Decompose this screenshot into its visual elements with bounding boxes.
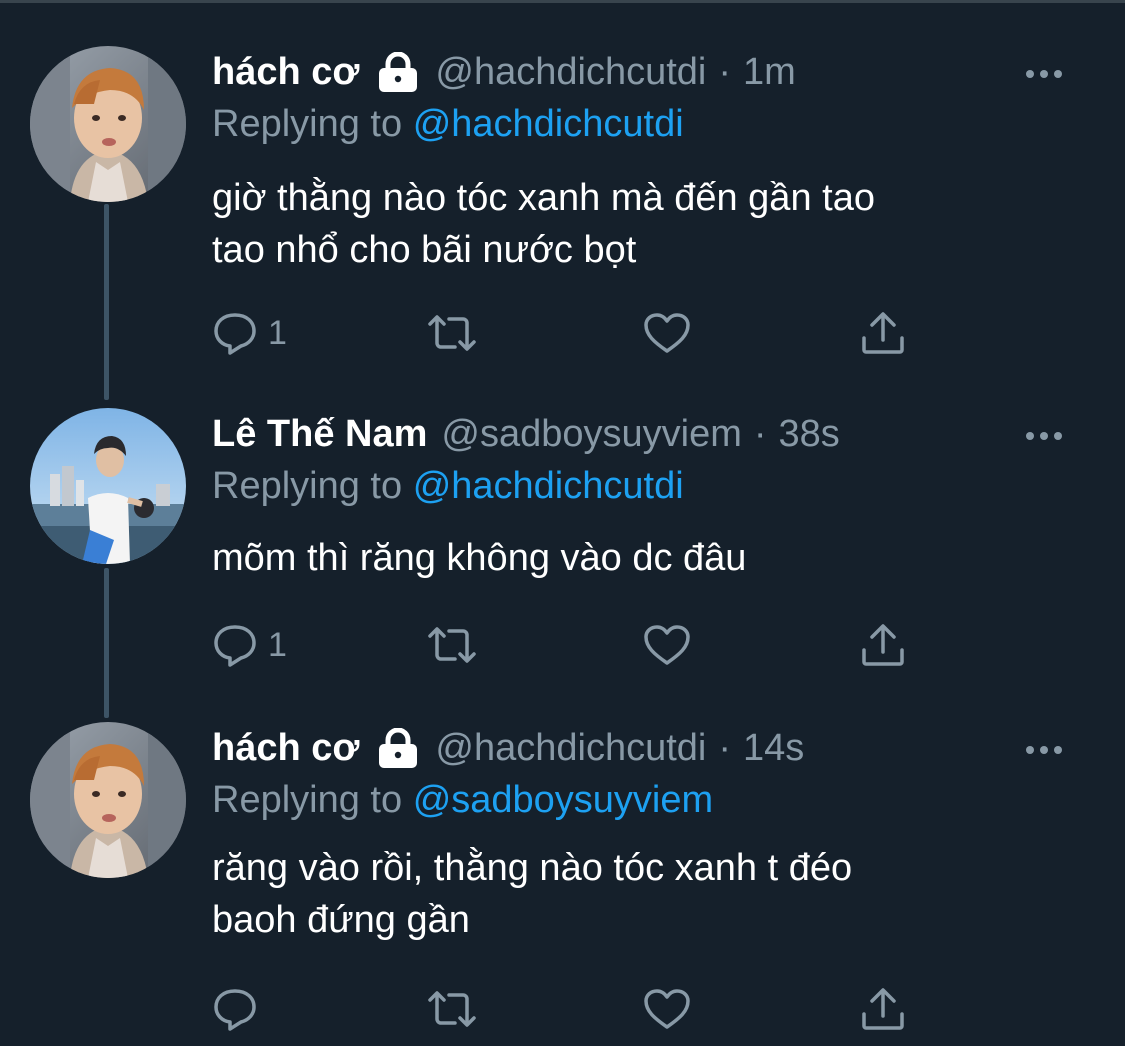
reply-count: 1 [268,313,287,352]
separator-dot: · [718,727,732,769]
lock-icon [377,727,419,768]
like-button[interactable] [642,308,692,358]
like-icon [642,986,692,1032]
tweet-text-line: tao nhổ cho bãi nước bọt [212,229,637,271]
avatar[interactable] [30,46,186,202]
lock-icon [377,51,419,92]
reply-button[interactable]: 1 [212,620,287,670]
share-button[interactable] [860,620,906,670]
share-button[interactable] [860,984,906,1034]
display-name[interactable]: hách cơ [212,722,359,774]
tweet-header: hách cơ @hachdichcutdi · 14s [212,722,1072,774]
tweet-text: giờ thằng nào tóc xanh mà đến gần tao ta… [212,172,1072,276]
share-icon [860,310,906,356]
replying-to-line: Replying to @sadboysuyviem [212,774,1072,826]
replying-to-line: Replying to @hachdichcutdi [212,98,1072,150]
tweet-header: hách cơ @hachdichcutdi · 1m [212,46,1072,98]
retweet-icon [424,622,480,668]
top-divider [0,0,1125,3]
retweet-icon [424,310,480,356]
like-button[interactable] [642,984,692,1034]
retweet-button[interactable] [424,308,480,358]
thread-connector-line [104,204,109,400]
avatar[interactable] [30,722,186,878]
replying-to-mention[interactable]: @sadboysuyviem [413,779,713,821]
tweet-text: răng vào rồi, thằng nào tóc xanh t đéo b… [212,842,1072,946]
tweet-text-line: răng vào rồi, thằng nào tóc xanh t đéo [212,847,853,889]
avatar[interactable] [30,408,186,564]
display-name[interactable]: hách cơ [212,46,359,98]
tweet-header: Lê Thế Nam @sadboysuyviem · 38s [212,408,1072,460]
user-handle[interactable]: @sadboysuyviem [441,408,741,460]
separator-dot: · [753,413,767,455]
reply-icon [212,310,258,356]
replying-to-line: Replying to @hachdichcutdi [212,460,1072,512]
reply-button[interactable]: 1 [212,308,287,358]
separator-dot: · [718,51,732,93]
retweet-button[interactable] [424,620,480,670]
replying-label: Replying to [212,465,403,507]
like-icon [642,622,692,668]
display-name[interactable]: Lê Thế Nam [212,408,427,460]
reply-icon [212,622,258,668]
share-button[interactable] [860,308,906,358]
timestamp[interactable]: 14s [743,722,804,774]
reply-icon [212,986,258,1032]
retweet-button[interactable] [424,984,480,1034]
tweet-text-line: mõm thì răng không vào dc đâu [212,537,747,579]
replying-to-mention[interactable]: @hachdichcutdi [413,465,684,507]
more-icon[interactable] [1024,742,1064,758]
like-button[interactable] [642,620,692,670]
replying-label: Replying to [212,103,403,145]
more-icon[interactable] [1024,428,1064,444]
thread-connector-line [104,568,109,718]
retweet-icon [424,986,480,1032]
user-handle[interactable]: @hachdichcutdi [435,722,706,774]
tweet-actions [212,984,932,1034]
reply-count: 1 [268,625,287,664]
like-icon [642,310,692,356]
tweet-text-line: giờ thằng nào tóc xanh mà đến gần tao [212,177,875,219]
timestamp[interactable]: 1m [743,46,796,98]
more-icon[interactable] [1024,66,1064,82]
tweet-actions: 1 [212,620,932,670]
timestamp[interactable]: 38s [779,408,840,460]
tweet-actions: 1 [212,308,932,358]
reply-button[interactable] [212,984,268,1034]
tweet-text-line: baoh đứng gần [212,899,470,941]
replying-to-mention[interactable]: @hachdichcutdi [413,103,684,145]
share-icon [860,986,906,1032]
user-handle[interactable]: @hachdichcutdi [435,46,706,98]
share-icon [860,622,906,668]
tweet-text: mõm thì răng không vào dc đâu [212,532,1072,584]
replying-label: Replying to [212,779,403,821]
